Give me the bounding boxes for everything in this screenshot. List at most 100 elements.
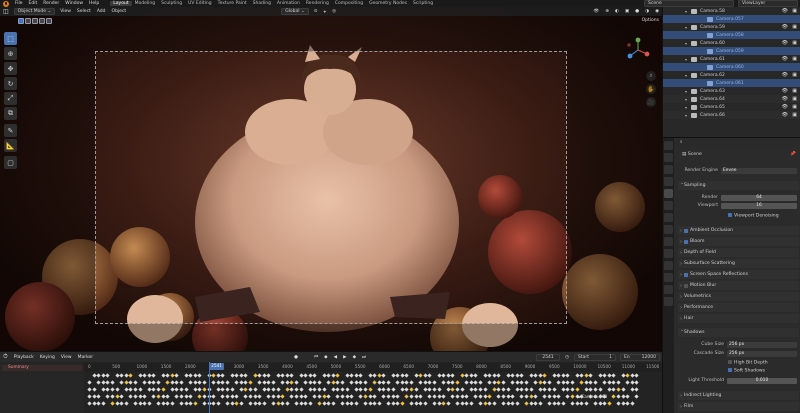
keyframe[interactable] <box>487 394 492 399</box>
keyframe[interactable] <box>565 380 571 385</box>
render-engine-dropdown[interactable]: Eevee <box>721 167 797 174</box>
keyframe[interactable] <box>248 380 253 385</box>
keyframe[interactable] <box>565 373 571 378</box>
keyframe[interactable] <box>312 394 318 399</box>
keyframe[interactable] <box>257 373 262 378</box>
keyframe[interactable] <box>519 387 525 392</box>
keyframe[interactable] <box>542 380 548 385</box>
keyframe[interactable] <box>556 373 561 378</box>
keyframe[interactable] <box>524 387 529 392</box>
keyframe[interactable] <box>501 394 506 399</box>
keyframe[interactable] <box>409 380 414 385</box>
cursor-tool-icon[interactable]: ⊕ <box>4 47 17 60</box>
shading-material-icon[interactable]: ◑ <box>642 9 652 14</box>
panel-enable-checkbox[interactable] <box>684 228 688 233</box>
panel-enable-checkbox[interactable] <box>684 239 688 244</box>
keyframe[interactable] <box>174 387 180 392</box>
keyframe[interactable] <box>404 394 410 399</box>
keyframe[interactable] <box>519 373 525 378</box>
keyframe[interactable] <box>459 387 465 392</box>
keyframe[interactable] <box>478 387 483 392</box>
outliner[interactable]: ▾ Camera.58 👁 ▣ Camera.057 ▾ Camera.59 👁 ▣ Camera… <box>662 7 800 137</box>
keyframe[interactable] <box>252 387 258 392</box>
keyframe[interactable] <box>570 394 575 399</box>
output-tab-icon[interactable] <box>664 165 673 174</box>
keyframe[interactable] <box>349 373 354 378</box>
collection-tab-icon[interactable] <box>664 213 673 222</box>
keyframe[interactable] <box>381 387 387 392</box>
keyframe[interactable] <box>597 387 603 392</box>
keyframe[interactable] <box>188 401 193 406</box>
keyframe[interactable] <box>110 401 115 406</box>
keyframe[interactable] <box>625 394 630 399</box>
keyframe[interactable] <box>151 387 157 392</box>
render-tab-icon[interactable] <box>664 153 673 162</box>
select-extend-icon[interactable] <box>25 17 31 24</box>
shadows-panel[interactable]: Shadows <box>678 327 799 337</box>
keyframe[interactable] <box>519 394 525 399</box>
keyframe[interactable] <box>469 401 474 406</box>
keyframe[interactable] <box>501 380 506 385</box>
render-toggle-icon[interactable]: ▣ <box>792 56 797 62</box>
workspace-tab-rendering[interactable]: Rendering <box>303 1 332 6</box>
keyframe[interactable] <box>455 394 460 399</box>
keyframe[interactable] <box>533 401 538 406</box>
keyframe[interactable] <box>289 387 295 392</box>
keyframe[interactable] <box>565 387 571 392</box>
move-tool-icon[interactable]: ✥ <box>4 62 17 75</box>
keyframe[interactable] <box>515 401 520 406</box>
keyframe[interactable] <box>326 380 331 385</box>
properties-panel-header[interactable]: Performance <box>678 303 799 312</box>
keyframe[interactable] <box>446 401 451 406</box>
keyframe[interactable] <box>358 380 364 385</box>
keyframe[interactable] <box>137 387 143 392</box>
keyframe[interactable] <box>303 394 308 399</box>
keyframe[interactable] <box>303 401 308 406</box>
keyframe[interactable] <box>464 380 469 385</box>
keyframe[interactable] <box>197 394 203 399</box>
select-subtract-icon[interactable] <box>32 17 38 24</box>
outliner-row[interactable]: ▾ Camera.66 👁 ▣ <box>663 111 800 119</box>
keyframe[interactable] <box>220 394 226 399</box>
keyframe[interactable] <box>409 401 414 406</box>
add-cube-tool-icon[interactable]: ▢ <box>4 156 17 169</box>
keyframe[interactable] <box>349 401 354 406</box>
annotate-tool-icon[interactable]: ✎ <box>4 124 17 137</box>
menu-edit[interactable]: Edit <box>26 1 41 6</box>
outliner-row[interactable]: Camera.060 <box>663 63 800 71</box>
keyframe[interactable] <box>312 373 318 378</box>
keyframe[interactable] <box>496 380 502 385</box>
expand-arrow-icon[interactable]: ▾ <box>685 113 687 118</box>
keyframe[interactable] <box>616 394 621 399</box>
render-toggle-icon[interactable]: ▣ <box>792 40 797 46</box>
keyframe[interactable] <box>524 380 529 385</box>
keyframe[interactable] <box>482 387 488 392</box>
properties-panel-header[interactable]: Motion Blur <box>678 281 799 290</box>
keyframe[interactable] <box>303 373 308 378</box>
outliner-row[interactable]: ▾ Camera.60 👁 ▣ <box>663 39 800 47</box>
keyframe[interactable] <box>533 380 538 385</box>
tool-tab-icon[interactable] <box>664 141 673 150</box>
keyframe[interactable] <box>110 394 115 399</box>
keyframe[interactable] <box>363 394 368 399</box>
keyframe[interactable] <box>584 401 589 406</box>
keyframe[interactable] <box>220 387 226 392</box>
panel-enable-checkbox[interactable] <box>684 272 688 277</box>
viewport-menu-select[interactable]: Select <box>74 9 94 14</box>
keyframe[interactable] <box>289 394 295 399</box>
keyframe[interactable] <box>119 394 124 399</box>
keyframe[interactable] <box>556 394 561 399</box>
keyframe[interactable] <box>464 373 469 378</box>
keyframe[interactable] <box>377 401 382 406</box>
jump-start-icon[interactable]: ⏮ <box>311 354 321 360</box>
keyframe[interactable] <box>593 380 598 385</box>
keyframe[interactable] <box>547 401 552 406</box>
keyframe[interactable] <box>570 380 575 385</box>
object-mode-dropdown[interactable]: Object Mode ⌄ <box>13 8 56 15</box>
particles-tab-icon[interactable] <box>664 249 673 258</box>
keyframe[interactable] <box>229 387 235 392</box>
keyframe[interactable] <box>234 373 239 378</box>
timeline-menu-view[interactable]: View <box>58 355 75 360</box>
keyframe[interactable] <box>248 401 253 406</box>
keyframe[interactable] <box>225 401 230 406</box>
